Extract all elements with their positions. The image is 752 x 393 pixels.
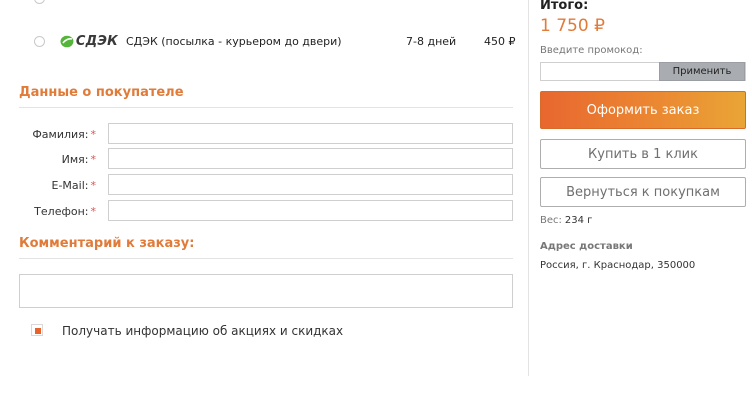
shipping-radio-previous[interactable] <box>34 0 45 4</box>
email-field[interactable] <box>108 174 513 195</box>
shipping-price: 450 ₽ <box>484 35 516 48</box>
back-to-shopping-button[interactable]: Вернуться к покупкам <box>540 177 746 207</box>
buyer-divider <box>19 107 513 108</box>
phone-field[interactable] <box>108 200 513 221</box>
firstname-label: Имя: * <box>61 153 96 166</box>
lastname-field[interactable] <box>108 123 513 144</box>
email-label: E-Mail: * <box>51 179 96 192</box>
weight-info: Вес: 234 г <box>540 215 592 226</box>
shipping-radio[interactable] <box>34 36 45 47</box>
lastname-label: Фамилия: * <box>32 128 96 141</box>
weight-label: Вес: <box>540 215 562 226</box>
firstname-field[interactable] <box>108 148 513 169</box>
buyer-section-title: Данные о покупателе <box>19 85 184 100</box>
delivery-address-label: Адрес доставки <box>540 241 633 252</box>
cdek-logo-text: СДЭК <box>75 33 118 49</box>
subscribe-checkbox[interactable] <box>31 324 43 336</box>
weight-value: 234 г <box>564 215 593 226</box>
phone-label: Телефон: * <box>34 205 96 218</box>
cdek-logo: СДЭК <box>60 33 118 49</box>
comment-divider <box>19 258 513 259</box>
place-order-button[interactable]: Оформить заказ <box>540 91 746 129</box>
promo-label: Введите промокод: <box>540 45 643 56</box>
checkbox-checked-mark <box>35 328 41 334</box>
shipping-name: СДЭК (посылка - курьером до двери) <box>126 35 342 48</box>
total-label: Итого: <box>540 0 589 13</box>
subscribe-label[interactable]: Получать информацию об акциях и скидках <box>62 324 343 338</box>
column-divider <box>528 0 529 376</box>
comment-textarea[interactable] <box>19 274 513 308</box>
one-click-buy-button[interactable]: Купить в 1 клик <box>540 139 746 169</box>
apply-promo-button[interactable]: Применить <box>659 62 745 81</box>
cdek-leaf-icon <box>60 35 74 47</box>
delivery-address-value: Россия, г. Краснодар, 350000 <box>540 260 696 271</box>
total-value: 1 750 ₽ <box>540 16 605 36</box>
comment-section-title: Комментарий к заказу: <box>19 236 195 251</box>
previous-shipping-row-edge <box>60 0 500 2</box>
checkout-form: СДЭК СДЭК (посылка - курьером до двери) … <box>0 0 528 393</box>
shipping-option-row[interactable]: СДЭК СДЭК (посылка - курьером до двери) … <box>0 28 528 56</box>
shipping-days: 7-8 дней <box>406 35 457 48</box>
